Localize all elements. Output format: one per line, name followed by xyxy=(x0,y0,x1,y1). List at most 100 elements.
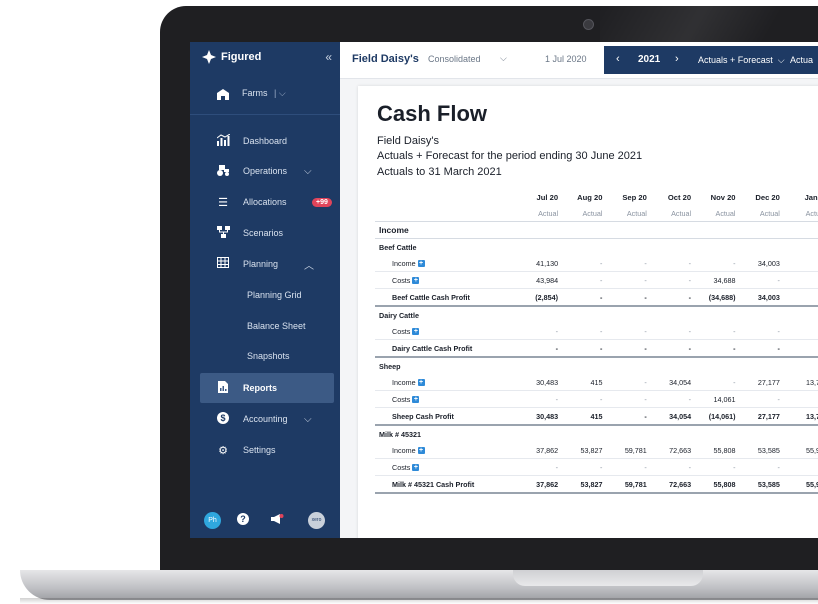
value-cell: - xyxy=(695,374,740,391)
sidebar-item-scenarios[interactable]: Scenarios xyxy=(200,218,334,248)
value-cell: 37,862 xyxy=(517,442,563,459)
type-header: Actual xyxy=(695,205,740,222)
value-cell: - xyxy=(739,458,784,476)
sidebar-item-label: Planning Grid xyxy=(247,290,302,300)
value-cell: 415 xyxy=(562,374,607,391)
expand-plus-icon[interactable]: + xyxy=(417,379,425,387)
type-header: Actual xyxy=(739,205,784,222)
grid-icon xyxy=(216,257,230,271)
page-title: Cash Flow xyxy=(377,101,488,126)
start-date[interactable]: 1 Jul 2020 xyxy=(545,54,587,64)
dollar-icon: $ xyxy=(216,411,230,427)
total-label: Beef Cattle Cash Profit xyxy=(375,288,518,307)
user-avatar[interactable]: Ph xyxy=(204,512,221,529)
data-mode-secondary[interactable]: Actua xyxy=(790,55,813,65)
type-header: Actual xyxy=(562,205,607,222)
total-value-cell: - xyxy=(517,339,563,358)
value-cell: - xyxy=(517,390,563,408)
expand-plus-icon[interactable]: + xyxy=(412,464,420,472)
chevron-down-icon: ⌵ xyxy=(304,165,312,177)
dashboard-icon xyxy=(216,133,230,149)
row-label-cell: Income + xyxy=(375,255,518,272)
total-value-cell: 72,663 xyxy=(650,475,696,494)
table-row: Income +41,130- - - -34,003 xyxy=(375,255,818,272)
xero-connection-icon[interactable]: xero xyxy=(308,512,325,529)
total-value-cell: 59,781 xyxy=(606,475,651,494)
value-cell xyxy=(783,271,818,289)
chevron-down-icon[interactable]: ⌵ xyxy=(500,53,507,64)
value-cell: - xyxy=(650,323,696,340)
chevron-right-icon[interactable]: › xyxy=(675,53,679,65)
group-label: Dairy Cattle xyxy=(379,310,419,320)
total-value-cell: 55,97 xyxy=(783,475,818,494)
help-icon[interactable]: ? xyxy=(237,513,249,528)
sidebar-item-planning[interactable]: Planning ︿ xyxy=(200,249,334,279)
table-row: Costs + - - - -14,061- xyxy=(375,390,818,408)
chevron-left-icon[interactable]: ‹ xyxy=(616,53,620,65)
type-header-row: Actual Actual Actual Actual Actual Actua… xyxy=(375,205,818,222)
expand-plus-icon[interactable]: + xyxy=(412,396,420,404)
data-mode-select[interactable]: Actuals + Forecast ⌵ xyxy=(698,55,785,66)
sidebar-item-label: Balance Sheet xyxy=(247,321,306,331)
figured-logo[interactable]: Figured xyxy=(202,50,261,64)
value-cell xyxy=(783,323,818,340)
total-value-cell: 415 xyxy=(562,407,607,426)
expand-plus-icon[interactable]: + xyxy=(412,277,420,285)
farms-selector[interactable]: Farms | ⌵ xyxy=(190,82,340,106)
total-value-cell: - xyxy=(695,339,740,358)
sidebar-item-balance-sheet[interactable]: Balance Sheet xyxy=(200,312,334,342)
value-cell: 55,97 xyxy=(783,442,818,459)
sidebar-item-accounting[interactable]: $ Accounting ⌵ xyxy=(200,404,334,434)
total-value-cell: 55,808 xyxy=(695,475,740,494)
sidebar-divider xyxy=(190,114,340,115)
svg-text:?: ? xyxy=(240,514,246,524)
row-label: Income xyxy=(392,258,416,268)
tractor-icon xyxy=(216,164,230,179)
collapse-sidebar-icon[interactable]: « xyxy=(325,50,332,64)
value-cell: 34,054 xyxy=(650,374,696,391)
value-cell: 72,663 xyxy=(650,442,696,459)
value-cell: 41,130 xyxy=(517,255,563,272)
row-label: Costs xyxy=(392,275,411,285)
total-value-cell: - xyxy=(650,288,696,307)
app-screen: Figured « Farms | ⌵ Dashboard Operations… xyxy=(190,42,818,538)
sidebar-item-reports[interactable]: Reports xyxy=(200,373,334,403)
expand-plus-icon[interactable]: + xyxy=(417,447,425,455)
sidebar-item-operations[interactable]: Operations ⌵ xyxy=(200,156,334,186)
value-cell: 43,984 xyxy=(517,271,563,289)
total-label: Sheep Cash Profit xyxy=(375,407,518,426)
allocations-count-badge: +99 xyxy=(312,197,332,207)
expand-plus-icon[interactable]: + xyxy=(417,260,425,268)
value-cell xyxy=(783,255,818,272)
report-actuals-to: Actuals to 31 March 2021 xyxy=(377,166,502,178)
sidebar-item-dashboard[interactable]: Dashboard xyxy=(200,126,334,156)
sidebar-item-settings[interactable]: ⚙ Settings xyxy=(200,435,334,465)
value-cell: 59,781 xyxy=(606,442,651,459)
row-label-cell: Income + xyxy=(375,442,518,459)
sidebar-item-planning-grid[interactable]: Planning Grid xyxy=(200,281,334,311)
value-cell: - xyxy=(562,390,607,408)
row-label-cell: Costs + xyxy=(375,390,518,408)
sidebar-item-allocations[interactable]: ☰ Allocations +99 xyxy=(200,187,334,217)
row-label: Costs xyxy=(392,394,411,404)
view-select[interactable]: Consolidated xyxy=(428,54,481,64)
sidebar-item-label: Accounting xyxy=(243,414,288,424)
value-cell: 30,483 xyxy=(517,374,563,391)
total-row: Milk # 45321 Cash Profit 37,862 53,827 59,7… xyxy=(375,475,818,494)
table-row: Costs + - - - - - - xyxy=(375,458,818,476)
table-row: Costs + - - - - - - xyxy=(375,323,818,340)
farm-name-title: Field Daisy's xyxy=(352,53,419,65)
sidebar-footer: Ph ? xero xyxy=(190,508,340,532)
sidebar-item-snapshots[interactable]: Snapshots xyxy=(200,342,334,372)
table-row: Costs +43,984- - -34,688- xyxy=(375,271,818,289)
total-row: Sheep Cash Profit 30,483 415-34,054 (14,061… xyxy=(375,407,818,426)
total-value-cell: 53,585 xyxy=(739,475,784,494)
value-cell: 53,585 xyxy=(739,442,784,459)
megaphone-icon[interactable] xyxy=(270,513,284,528)
cash-flow-report: Cash Flow Field Daisy's Actuals + Foreca… xyxy=(358,86,818,538)
chevron-down-icon: | ⌵ xyxy=(274,88,286,98)
month-header: Dec 20 xyxy=(755,192,780,202)
value-cell: - xyxy=(606,271,651,289)
expand-plus-icon[interactable]: + xyxy=(412,328,420,336)
sidebar-item-label: Allocations xyxy=(243,197,287,207)
